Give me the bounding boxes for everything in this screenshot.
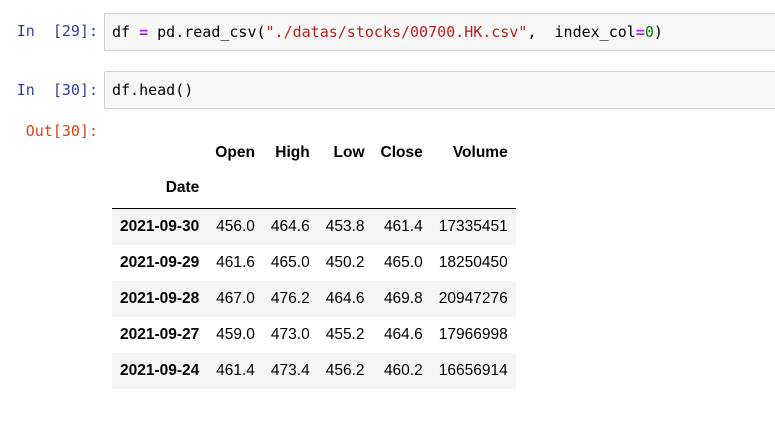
table-cell-volume: 17335451 [438,217,508,235]
column-header-volume: Volume [452,144,508,161]
table-cell-close: 461.4 [383,217,423,235]
column-header-high: High [275,144,310,161]
table-cell-high: 473.4 [270,361,310,379]
index-row-blank [373,168,431,209]
table-cell-high: 473.0 [270,325,310,343]
table-cell-low: 453.8 [325,217,365,235]
table-cell-volume: 16656914 [438,361,508,379]
table-cell-volume: 20947276 [438,289,508,307]
index-row-blank [318,168,373,209]
input-prompt-29: In [29]: [16,22,98,40]
column-header-low: Low [333,144,365,161]
row-index-date: 2021-09-27 [120,325,200,343]
code-token: 0 [644,23,654,41]
table-cell-close: 465.0 [383,253,423,271]
column-header-row: Open High Low Close Volume [112,138,516,168]
code-token: "./datas/stocks/00700.HK.csv" [265,23,528,41]
dataframe-output: Open High Low Close Volume Date 2021-09-30 45… [112,138,516,389]
table-cell-close: 469.8 [383,289,423,307]
code-token: df [112,23,131,41]
table-cell-low: 456.2 [325,361,365,379]
input-prompt-30: In [30]: [16,81,98,99]
index-name-row: Date [112,168,516,209]
table-cell-open: 467.0 [216,289,255,307]
table-cell-close: 464.6 [383,325,423,343]
table-row: 2021-09-27 459.0 473.0 455.2 464.6 17966998 [112,317,516,353]
code-token: ) [653,23,663,41]
row-index-date: 2021-09-28 [120,289,200,307]
table-row: 2021-09-29 461.6 465.0 450.2 465.0 18250450 [112,245,516,281]
table-cell-low: 455.2 [325,325,365,343]
table-cell-open: 456.0 [216,217,255,235]
table-cell-low: 464.6 [325,289,365,307]
index-name: Date [165,179,200,196]
table-row: 2021-09-30 456.0 464.6 453.8 461.4 17335451 [112,208,516,245]
code-token: pd.read_csv( [157,23,266,41]
code-token: = [130,23,158,41]
table-cell-high: 465.0 [270,253,310,271]
table-cell-low: 450.2 [325,253,365,271]
dataframe-body: 2021-09-30 456.0 464.6 453.8 461.4 17335451 20… [112,208,516,389]
table-cell-high: 476.2 [270,289,310,307]
header-corner [112,138,207,168]
column-header-close: Close [380,144,423,161]
table-row: 2021-09-28 467.0 476.2 464.6 469.8 20947276 [112,280,516,317]
code-token: , index_col [527,23,636,41]
table-cell-open: 461.6 [216,253,255,271]
index-row-blank [207,168,263,209]
code-token: df.head() [112,81,194,99]
table-cell-volume: 17966998 [438,325,508,343]
table-row: 2021-09-24 461.4 473.4 456.2 460.2 16656914 [112,352,516,389]
table-cell-open: 459.0 [216,325,255,343]
row-index-date: 2021-09-29 [120,253,200,271]
table-cell-open: 461.4 [216,361,255,379]
table-cell-close: 460.2 [383,361,423,379]
code-token: = [635,23,645,41]
column-header-open: Open [215,144,255,161]
table-cell-volume: 18250450 [438,253,508,271]
row-index-date: 2021-09-30 [120,217,200,235]
index-row-blank [263,168,318,209]
code-cell-30[interactable]: df.head() [104,71,775,109]
index-row-blank [431,168,516,209]
table-cell-high: 464.6 [270,217,310,235]
row-index-date: 2021-09-24 [120,361,200,379]
code-cell-29[interactable]: df = pd.read_csv("./datas/stocks/00700.H… [104,13,775,51]
output-prompt-30: Out[30]: [25,122,98,140]
